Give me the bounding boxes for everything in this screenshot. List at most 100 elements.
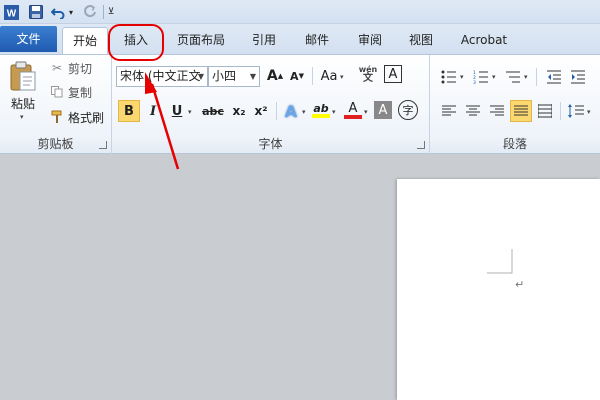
align-right-icon[interactable] — [486, 100, 508, 122]
font-name-dropdown-icon[interactable]: ▼ — [198, 67, 204, 86]
tab-review[interactable]: 审阅 — [350, 27, 390, 54]
paragraph-group: ▾ 123 ▾ ▾ ▾ 段落 — [430, 55, 600, 154]
save-icon[interactable] — [28, 3, 44, 21]
undo-icon[interactable] — [50, 3, 66, 21]
clipboard-group-label: 剪贴板 — [37, 137, 74, 151]
change-case-label: Aa — [320, 68, 338, 84]
font-color-dropdown-icon[interactable]: ▾ — [364, 108, 368, 116]
redo-icon[interactable] — [82, 3, 98, 21]
document-page[interactable]: ↵ — [397, 179, 600, 400]
font-size-value: 小四 — [212, 69, 237, 83]
superscript-button[interactable]: x² — [250, 100, 272, 122]
multilevel-dropdown-icon[interactable]: ▾ — [524, 73, 528, 81]
font-color-icon[interactable]: A — [342, 100, 364, 122]
bold-label: B — [124, 103, 134, 119]
font-group-label: 字体 — [258, 137, 283, 151]
undo-dropdown-icon[interactable]: ▾ — [67, 3, 75, 21]
line-spacing-dropdown-icon[interactable]: ▾ — [587, 108, 591, 116]
font-separator — [312, 67, 313, 85]
font-group: 宋体 (中文正文 ▼ 小四 ▼ A ▲ A ▼ Aa ▾ wén 文 A B I U … — [112, 55, 430, 154]
enclose-characters-label: 字 — [402, 104, 414, 117]
paragraph-separator — [536, 68, 537, 86]
line-spacing-icon[interactable] — [566, 100, 586, 122]
paste-dropdown-icon[interactable]: ▾ — [20, 113, 24, 121]
underline-button[interactable]: U — [166, 100, 188, 122]
text-effects-label: A — [284, 101, 298, 121]
svg-text:W: W — [6, 8, 16, 19]
enclose-characters-icon[interactable]: 字 — [398, 100, 418, 120]
change-case-icon[interactable]: Aa — [318, 65, 340, 87]
underline-dropdown-icon[interactable]: ▾ — [188, 108, 192, 116]
tab-file[interactable]: 文件 — [0, 26, 57, 52]
phonetic-guide-icon[interactable]: wén 文 — [356, 63, 380, 85]
justify-icon[interactable] — [510, 100, 532, 122]
highlight-color-icon[interactable]: ab — [310, 100, 332, 122]
copy-button[interactable]: 复制 — [66, 84, 94, 100]
tab-page-layout[interactable]: 页面布局 — [170, 27, 232, 54]
grow-font-icon[interactable]: A ▲ — [264, 65, 286, 87]
qat-separator — [103, 5, 104, 19]
paragraph-separator-2 — [560, 102, 561, 120]
tab-acrobat[interactable]: Acrobat — [452, 27, 516, 54]
character-shading-label: A — [378, 102, 388, 118]
distributed-align-icon[interactable] — [534, 100, 556, 122]
character-border-label: A — [388, 66, 398, 82]
clipboard-group: 粘贴 ▾ ✂ 剪切 复制 格式刷 剪贴板 — [0, 55, 112, 154]
quick-access-toolbar: W ▾ ⊻ — [0, 0, 600, 24]
bullets-dropdown-icon[interactable]: ▾ — [460, 73, 464, 81]
format-painter-icon — [50, 109, 64, 125]
svg-text:3: 3 — [473, 80, 476, 84]
text-effects-dropdown-icon[interactable]: ▾ — [302, 108, 306, 116]
italic-label: I — [149, 103, 157, 119]
insert-tab-highlight-circle — [108, 24, 164, 61]
strikethrough-label: abc — [202, 104, 224, 118]
paste-button[interactable]: 粘贴 — [4, 95, 42, 111]
bullets-icon[interactable] — [438, 67, 460, 87]
align-left-icon[interactable] — [438, 100, 460, 122]
subscript-label: x₂ — [232, 104, 246, 118]
increase-indent-icon[interactable] — [568, 67, 588, 87]
align-center-icon[interactable] — [462, 100, 484, 122]
tab-references[interactable]: 引用 — [244, 27, 284, 54]
clipboard-launcher-icon[interactable] — [99, 141, 107, 149]
paragraph-mark-icon: ↵ — [515, 278, 525, 291]
cut-button[interactable]: 剪切 — [66, 60, 94, 76]
shrink-font-icon[interactable]: A ▼ — [286, 65, 308, 87]
ribbon-tab-bar: 文件 开始 插入 页面布局 引用 邮件 审阅 视图 Acrobat — [0, 24, 600, 54]
format-painter-button[interactable]: 格式刷 — [66, 109, 106, 125]
tab-home[interactable]: 开始 — [62, 27, 108, 54]
font-color-label: A — [348, 101, 358, 116]
tab-mailings[interactable]: 邮件 — [297, 27, 337, 54]
word-icon[interactable]: W — [3, 3, 19, 21]
copy-icon — [50, 84, 64, 100]
character-border-icon[interactable]: A — [384, 65, 402, 83]
multilevel-list-icon[interactable] — [502, 67, 524, 87]
scissors-icon: ✂ — [51, 61, 63, 75]
numbering-icon[interactable]: 123 — [470, 67, 492, 87]
font-name-combo[interactable]: 宋体 (中文正文 ▼ — [116, 66, 208, 87]
grow-font-label: A — [266, 68, 278, 84]
strikethrough-button[interactable]: abc — [200, 100, 226, 122]
font-size-combo[interactable]: 小四 ▼ — [208, 66, 260, 87]
highlight-dropdown-icon[interactable]: ▾ — [332, 108, 336, 116]
change-case-dropdown-icon[interactable]: ▾ — [340, 73, 344, 81]
highlight-label: ab — [313, 102, 329, 115]
underline-label: U — [171, 103, 183, 119]
text-effects-icon[interactable]: A — [280, 100, 302, 122]
font-size-dropdown-icon[interactable]: ▼ — [250, 67, 256, 86]
font-name-value: 宋体 (中文正文 — [120, 69, 201, 83]
subscript-button[interactable]: x₂ — [228, 100, 250, 122]
paragraph-group-label: 段落 — [502, 137, 527, 151]
font-separator-2 — [276, 102, 277, 120]
tab-view[interactable]: 视图 — [401, 27, 441, 54]
document-area: ↵ — [0, 155, 600, 400]
decrease-indent-icon[interactable] — [544, 67, 564, 87]
customize-qat-icon[interactable]: ⊻ — [106, 3, 116, 21]
numbering-dropdown-icon[interactable]: ▾ — [492, 73, 496, 81]
bold-button[interactable]: B — [118, 100, 140, 122]
ribbon-home: 粘贴 ▾ ✂ 剪切 复制 格式刷 剪贴板 宋体 (中文正文 ▼ 小四 ▼ A ▲ … — [0, 54, 600, 154]
italic-button[interactable]: I — [142, 100, 164, 122]
font-launcher-icon[interactable] — [417, 141, 425, 149]
paste-icon[interactable] — [6, 59, 40, 93]
character-shading-icon[interactable]: A — [374, 101, 392, 119]
